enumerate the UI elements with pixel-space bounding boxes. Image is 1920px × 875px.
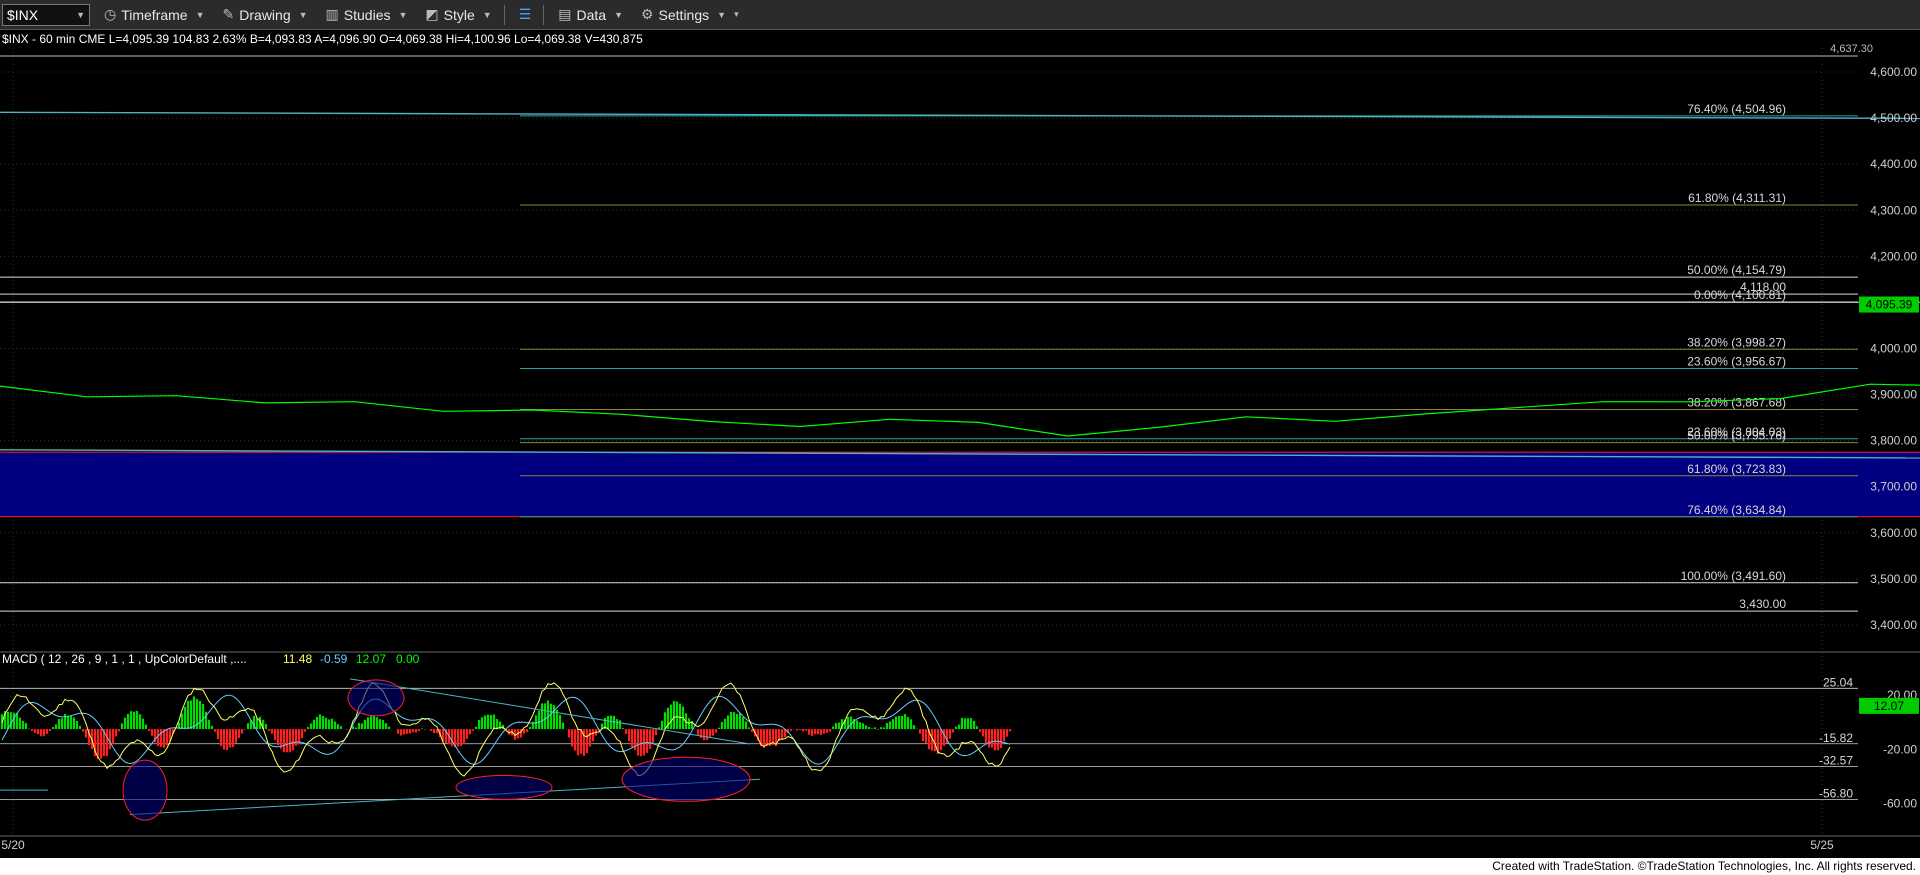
timeframe-button[interactable]: ◷ Timeframe ▼ xyxy=(100,3,209,27)
pencil-icon: ✎ xyxy=(222,6,235,22)
settings-label: Settings xyxy=(658,6,710,23)
caret-down-icon: ▼ xyxy=(614,9,623,20)
macd-level-label: -15.82 xyxy=(1819,731,1853,745)
price-tick-label: 4,000.00 xyxy=(1870,342,1917,356)
fib-level-label: 0.00% (4,100.81) xyxy=(1694,288,1786,302)
time-tick-label: 5/25 xyxy=(1810,838,1834,852)
macd-level-label: 25.04 xyxy=(1823,675,1853,689)
clock-icon: ◷ xyxy=(104,6,117,22)
macd-header-v1: 11.48 xyxy=(283,652,312,666)
style-icon: ◩ xyxy=(425,6,439,22)
macd-highlight-ellipse xyxy=(122,759,168,821)
macd-header-label: MACD ( 12 , 26 , 9 , 1 , 1 , UpColorDefa… xyxy=(2,652,247,666)
chevron-down-icon: ▼ xyxy=(76,9,85,20)
toolbar-divider xyxy=(543,4,545,25)
price-tick-label: 4,200.00 xyxy=(1870,249,1917,263)
fib-level-label: 100.00% (3,491.60) xyxy=(1681,569,1786,583)
studies-icon: ▥ xyxy=(325,6,339,22)
drawing-label: Drawing xyxy=(239,6,291,23)
macd-highlight-ellipse xyxy=(455,774,553,800)
caret-down-icon: ▼ xyxy=(398,9,408,20)
macd-tick-label: -60.00 xyxy=(1883,797,1917,811)
fib-level-label: 50.00% (4,154.79) xyxy=(1687,263,1786,277)
macd-header-v2: -0.59 xyxy=(320,652,348,666)
quote-header: $INX - 60 min CME L=4,095.39 104.83 2.63… xyxy=(2,32,643,46)
fib-level-label: 50.00% (3,795.76) xyxy=(1687,429,1786,443)
price-tick-label: 3,400.00 xyxy=(1870,618,1917,632)
price-tick-label: 3,700.00 xyxy=(1870,480,1917,494)
macd-tick-label: -20.00 xyxy=(1883,742,1917,756)
price-tick-label: 4,300.00 xyxy=(1870,203,1917,217)
style-label: Style xyxy=(443,6,475,23)
caret-down-icon: ▼ xyxy=(482,9,492,20)
fib-level-label: 23.60% (3,956.67) xyxy=(1687,354,1786,368)
fib-level-label: 3,430.00 xyxy=(1739,597,1786,611)
price-tick-label: 3,800.00 xyxy=(1870,434,1917,448)
studies-label: Studies xyxy=(343,6,391,23)
caret-down-icon: ▼ xyxy=(717,9,727,20)
settings-button[interactable]: ⚙ Settings ▼ ▾ xyxy=(637,3,743,27)
price-tick-label: 3,600.00 xyxy=(1870,526,1917,540)
last-price-label: 4,095.39 xyxy=(1866,298,1913,312)
macd-level-label: -32.57 xyxy=(1819,753,1853,767)
fib-level-label: 61.80% (3,723.83) xyxy=(1687,462,1786,476)
symbol-input[interactable]: $INX ▼ xyxy=(2,3,90,26)
caret-down-icon: ▾ xyxy=(734,9,739,19)
price-tick-label: 4,600.00 xyxy=(1870,65,1917,79)
price-tick-label: 4,500.00 xyxy=(1870,111,1917,125)
fib-level-label: 76.40% (4,504.96) xyxy=(1687,102,1786,116)
price-chart[interactable]: MAJOR RESISTANCEBuying Opportunity? 76.4… xyxy=(0,30,1920,858)
data-label: Data xyxy=(576,6,607,23)
price-tick-label: 3,900.00 xyxy=(1870,388,1917,402)
caret-down-icon: ▼ xyxy=(298,9,308,20)
fib-level-label: 38.20% (3,867.68) xyxy=(1687,395,1786,409)
layout-icon: ☰ xyxy=(518,6,532,22)
fib-level-label: 61.80% (4,311.31) xyxy=(1688,191,1786,205)
macd-last-label: 12.07 xyxy=(1874,699,1904,713)
data-icon: ▤ xyxy=(558,6,572,22)
fib-level-label: 38.20% (3,998.27) xyxy=(1687,335,1786,349)
price-tick-label: 3,500.00 xyxy=(1870,572,1917,586)
macd-highlight-ellipse xyxy=(621,756,751,802)
time-tick-label: 5/20 xyxy=(1,838,25,852)
toolbar: $INX ▼ ◷ Timeframe ▼ ✎ Drawing ▼ ▥ Studi… xyxy=(0,0,1920,30)
layout-button[interactable]: ☰ xyxy=(515,3,536,27)
footer-credit: Created with TradeStation. ©TradeStation… xyxy=(0,858,1920,875)
caret-down-icon: ▼ xyxy=(195,9,205,20)
data-button[interactable]: ▤ Data ▼ xyxy=(554,3,627,27)
macd-level-label: -56.80 xyxy=(1819,786,1853,800)
fib-level-label: 76.40% (3,634.84) xyxy=(1687,503,1786,517)
top-value-label: 4,637.30 xyxy=(1830,43,1873,55)
macd-header-v3: 12.07 xyxy=(356,652,386,666)
symbol-value: $INX xyxy=(7,6,39,23)
timeframe-label: Timeframe xyxy=(121,6,188,23)
toolbar-divider xyxy=(503,4,505,25)
zone-box xyxy=(0,451,1920,518)
macd-highlight-ellipse xyxy=(347,679,405,717)
gear-icon: ⚙ xyxy=(640,6,654,22)
studies-button[interactable]: ▥ Studies ▼ xyxy=(322,3,412,27)
drawing-button[interactable]: ✎ Drawing ▼ xyxy=(219,3,312,27)
style-button[interactable]: ◩ Style ▼ xyxy=(421,3,495,27)
macd-header-v4: 0.00 xyxy=(396,652,420,666)
price-tick-label: 4,400.00 xyxy=(1870,157,1917,171)
